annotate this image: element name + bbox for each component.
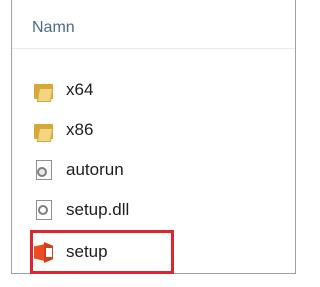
- file-name: x86: [66, 120, 94, 139]
- file-name: setup.dll: [66, 200, 130, 219]
- folder-icon: [32, 78, 56, 102]
- dll-file-icon: [32, 198, 56, 222]
- config-file-icon: [32, 158, 56, 182]
- selection-highlight-box: [30, 230, 174, 274]
- folder-icon: [32, 118, 56, 142]
- file-name: autorun: [66, 160, 124, 179]
- file-name: x64: [66, 80, 94, 99]
- list-item-autorun[interactable]: autorun: [32, 154, 124, 186]
- list-item-x86[interactable]: x86: [32, 114, 93, 146]
- list-item-setup-dll[interactable]: setup.dll: [32, 194, 129, 226]
- column-header-label: Namn: [32, 19, 75, 36]
- column-header-name[interactable]: Namn: [12, 0, 295, 49]
- list-item-x64[interactable]: x64: [32, 74, 93, 106]
- file-list-pane: Namn x64 x86 autorun setup.dll setup: [11, 0, 296, 274]
